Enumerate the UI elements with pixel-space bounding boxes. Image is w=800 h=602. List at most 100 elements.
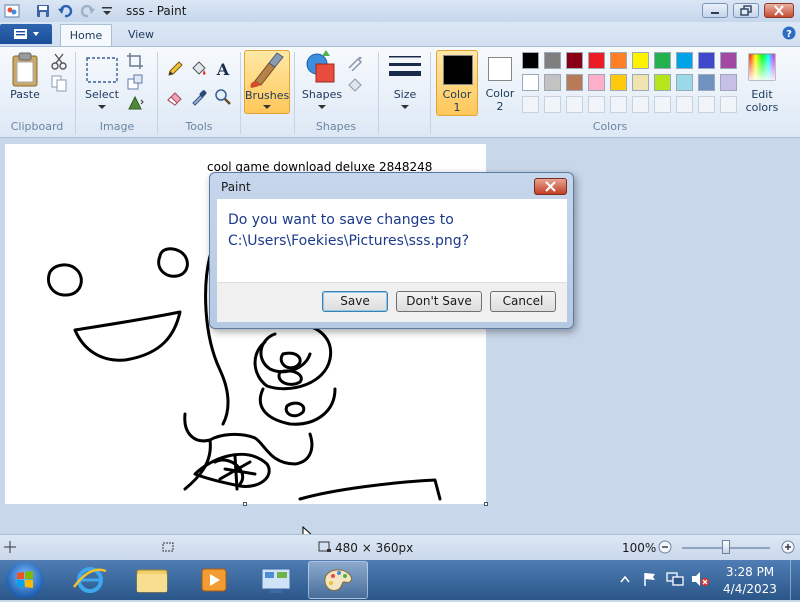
palette-custom-swatch[interactable] <box>698 96 715 113</box>
help-icon[interactable]: ? <box>782 26 796 40</box>
taskbar-media-player[interactable] <box>184 561 244 599</box>
paste-label: Paste <box>10 88 40 101</box>
palette-swatch[interactable] <box>698 74 715 91</box>
palette-custom-swatch[interactable] <box>566 96 583 113</box>
palette-custom-swatch[interactable] <box>588 96 605 113</box>
paint-app-icon[interactable] <box>4 3 20 19</box>
taskbar-paint[interactable] <box>308 561 368 599</box>
shapes-button[interactable]: Shapes <box>300 50 344 114</box>
save-button[interactable]: Save <box>322 291 388 312</box>
save-icon[interactable] <box>35 3 51 19</box>
dont-save-button[interactable]: Don't Save <box>396 291 482 312</box>
close-button[interactable] <box>764 3 794 18</box>
canvas-resize-handle[interactable] <box>243 502 247 506</box>
network-icon[interactable] <box>666 571 684 587</box>
zoom-in-icon[interactable] <box>781 540 795 554</box>
palette-swatch[interactable] <box>720 52 737 69</box>
crop-icon[interactable] <box>126 52 144 70</box>
palette-swatch[interactable] <box>610 52 627 69</box>
rotate-icon[interactable] <box>126 94 144 112</box>
palette-swatch[interactable] <box>522 74 539 91</box>
palette-swatch[interactable] <box>676 52 693 69</box>
color1-number: 1 <box>453 101 461 114</box>
fill-bucket-icon[interactable] <box>190 60 208 78</box>
cut-icon[interactable] <box>50 52 68 70</box>
paste-button[interactable]: Paste <box>5 50 45 116</box>
clock-date[interactable]: 4/4/2023 <box>720 582 780 596</box>
zoom-slider-thumb[interactable] <box>722 540 730 554</box>
tab-home[interactable]: Home <box>60 24 112 46</box>
taskbar-file-explorer[interactable] <box>122 561 182 599</box>
customize-toolbar-dropdown-icon[interactable] <box>99 3 115 19</box>
resize-icon[interactable] <box>126 73 144 91</box>
palette-swatch[interactable] <box>676 74 693 91</box>
palette-swatch[interactable] <box>632 74 649 91</box>
palette-custom-swatch[interactable] <box>676 96 693 113</box>
tab-view[interactable]: View <box>118 24 164 46</box>
palette-swatch[interactable] <box>698 52 715 69</box>
palette-swatch[interactable] <box>544 74 561 91</box>
color-picker-icon[interactable] <box>190 88 208 106</box>
palette-swatch[interactable] <box>654 74 671 91</box>
color1-swatch <box>443 55 473 85</box>
tools-group-label: Tools <box>185 120 213 133</box>
palette-swatch[interactable] <box>566 74 583 91</box>
paint-palette-icon <box>324 569 352 591</box>
dialog-close-button[interactable] <box>534 178 567 195</box>
palette-custom-swatch[interactable] <box>610 96 627 113</box>
copy-icon[interactable] <box>50 74 68 92</box>
canvas-resize-handle[interactable] <box>484 502 488 506</box>
outline-icon[interactable] <box>346 53 364 71</box>
volume-muted-icon[interactable] <box>690 571 710 587</box>
undo-icon[interactable] <box>57 3 73 19</box>
palette-custom-swatch[interactable] <box>632 96 649 113</box>
palette-custom-swatch[interactable] <box>720 96 737 113</box>
edit-colors-label-line1: Edit <box>751 88 773 101</box>
show-desktop-button[interactable] <box>790 560 800 600</box>
palette-swatch[interactable] <box>566 52 583 69</box>
svg-text:?: ? <box>786 29 792 40</box>
zoom-out-icon[interactable] <box>658 540 672 554</box>
shapes-label: Shapes <box>301 88 343 101</box>
paint-menu-button[interactable] <box>0 24 52 44</box>
zoom-level: 100% <box>622 541 657 555</box>
color2-button[interactable]: Color 2 <box>481 50 519 116</box>
palette-swatch[interactable] <box>654 52 671 69</box>
folder-icon <box>136 569 168 593</box>
palette-swatch[interactable] <box>632 52 649 69</box>
brushes-button[interactable]: Brushes <box>244 50 290 114</box>
palette-swatch[interactable] <box>544 52 561 69</box>
palette-custom-swatch[interactable] <box>522 96 539 113</box>
clock-time[interactable]: 3:28 PM <box>720 565 780 579</box>
size-button[interactable]: Size <box>385 50 425 114</box>
edit-colors-button[interactable]: Edit colors <box>742 50 782 116</box>
taskbar-internet-explorer[interactable] <box>60 561 120 599</box>
palette-swatch[interactable] <box>588 52 605 69</box>
pencil-icon[interactable] <box>166 60 184 78</box>
cursor-position-icon <box>4 541 16 553</box>
color1-button[interactable]: Color 1 <box>436 50 478 116</box>
color2-number: 2 <box>496 100 504 113</box>
canvas-size-readout: 480 × 360px <box>335 541 414 555</box>
select-button[interactable]: Select <box>82 50 122 116</box>
fill-icon[interactable] <box>346 76 364 94</box>
palette-swatch[interactable] <box>610 74 627 91</box>
palette-swatch[interactable] <box>522 52 539 69</box>
show-hidden-icons-icon[interactable] <box>620 575 630 583</box>
taskbar-control-panel[interactable] <box>246 561 306 599</box>
dialog-message-line2: C:\Users\Foekies\Pictures\sss.png? <box>228 233 470 249</box>
text-tool-icon[interactable]: A <box>214 60 232 78</box>
chevron-down-icon <box>401 105 409 109</box>
palette-swatch[interactable] <box>588 74 605 91</box>
eraser-icon[interactable] <box>166 88 184 106</box>
action-center-flag-icon[interactable] <box>642 571 658 587</box>
magnifier-icon[interactable] <box>214 88 232 106</box>
cancel-button[interactable]: Cancel <box>490 291 556 312</box>
palette-custom-swatch[interactable] <box>654 96 671 113</box>
restore-button[interactable] <box>733 3 759 18</box>
redo-icon[interactable] <box>80 3 96 19</box>
start-button[interactable] <box>6 562 44 598</box>
palette-custom-swatch[interactable] <box>544 96 561 113</box>
palette-swatch[interactable] <box>720 74 737 91</box>
minimize-button[interactable] <box>702 3 728 18</box>
